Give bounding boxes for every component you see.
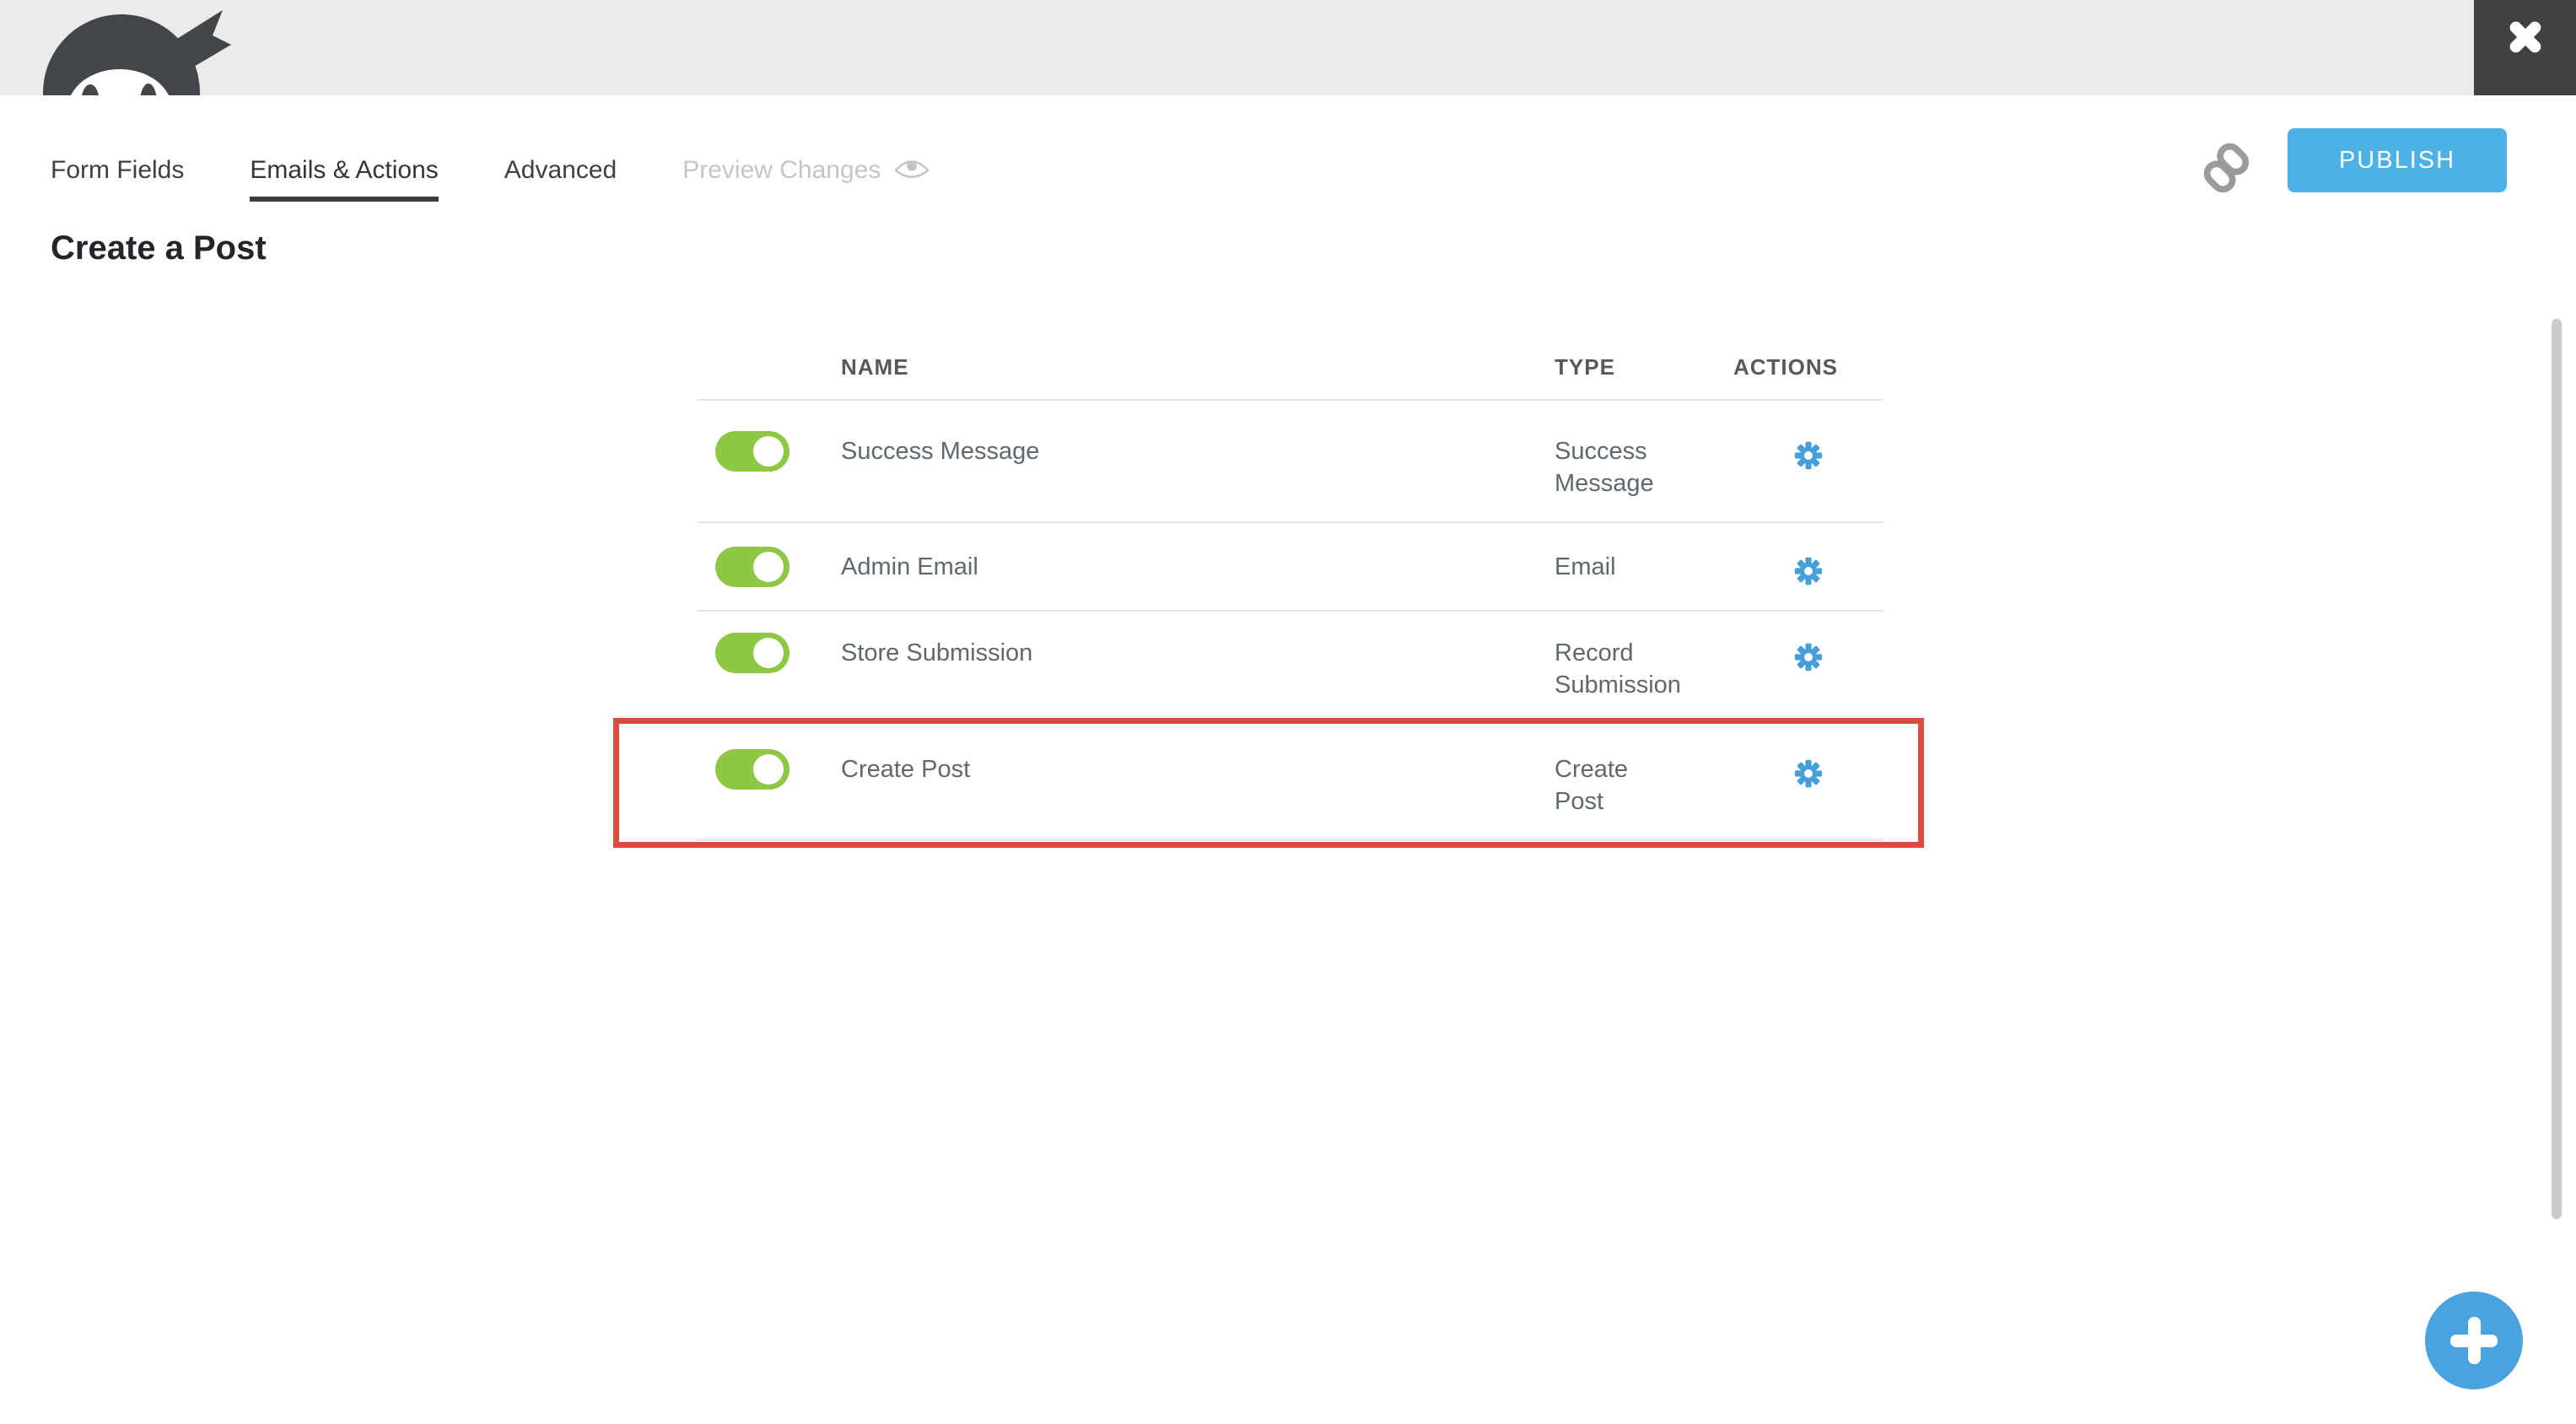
gear-icon — [1794, 643, 1823, 672]
page-title: Create a Post — [51, 229, 267, 267]
tab-preview-changes[interactable]: Preview Changes — [682, 156, 930, 202]
builder-tab-bar: Form Fields Emails & Actions Advanced Pr… — [51, 156, 930, 202]
top-header-bar — [0, 0, 2576, 95]
tab-form-fields[interactable]: Form Fields — [51, 156, 184, 202]
vertical-scrollbar[interactable] — [2552, 319, 2562, 1219]
gear-icon — [1794, 557, 1823, 585]
form-builder-window: Form Fields Emails & Actions Advanced Pr… — [0, 0, 2576, 1424]
enable-toggle[interactable] — [715, 633, 790, 673]
toggle-knob — [753, 638, 784, 668]
action-settings-button[interactable] — [1793, 440, 1824, 471]
actions-table: NAME TYPE ACTIONS Success Message Succes… — [698, 337, 1883, 841]
gear-icon — [1794, 759, 1823, 788]
add-action-button[interactable] — [2425, 1292, 2523, 1389]
table-row-success-message: Success Message Success Message — [698, 401, 1883, 523]
table-row-store-submission: Store Submission Record Submission — [698, 612, 1883, 718]
tab-advanced[interactable]: Advanced — [504, 156, 617, 202]
link-icon[interactable] — [2203, 142, 2250, 194]
table-row-create-post: Create Post Create Post — [698, 718, 1883, 841]
action-type: Create Post — [1555, 756, 1629, 815]
action-name: Create Post — [841, 756, 971, 783]
table-row-admin-email: Admin Email Email — [698, 523, 1883, 612]
gear-icon — [1794, 441, 1823, 470]
column-header-name: NAME — [841, 354, 909, 380]
action-type: Record Submission — [1555, 639, 1681, 699]
publish-button[interactable]: PUBLISH — [2288, 128, 2507, 192]
tab-emails-actions[interactable]: Emails & Actions — [250, 156, 439, 202]
toggle-knob — [753, 754, 784, 785]
action-settings-button[interactable] — [1793, 758, 1824, 789]
action-type: Email — [1555, 553, 1616, 580]
action-name: Success Message — [841, 438, 1040, 465]
column-header-actions: ACTIONS — [1733, 354, 1838, 380]
action-name: Store Submission — [841, 639, 1033, 666]
action-settings-button[interactable] — [1793, 556, 1824, 586]
action-settings-button[interactable] — [1793, 642, 1824, 672]
ninja-forms-logo-icon — [43, 10, 231, 95]
toggle-knob — [753, 552, 784, 582]
toggle-knob — [753, 436, 784, 467]
column-header-type: TYPE — [1555, 354, 1615, 380]
actions-table-header: NAME TYPE ACTIONS — [698, 337, 1883, 401]
preview-changes-label: Preview Changes — [682, 156, 881, 184]
enable-toggle[interactable] — [715, 547, 790, 587]
eye-icon — [894, 160, 930, 178]
action-type: Success Message — [1555, 438, 1654, 497]
enable-toggle[interactable] — [715, 749, 790, 790]
enable-toggle[interactable] — [715, 431, 790, 472]
close-builder-button[interactable] — [2474, 0, 2576, 95]
action-name: Admin Email — [841, 553, 978, 580]
